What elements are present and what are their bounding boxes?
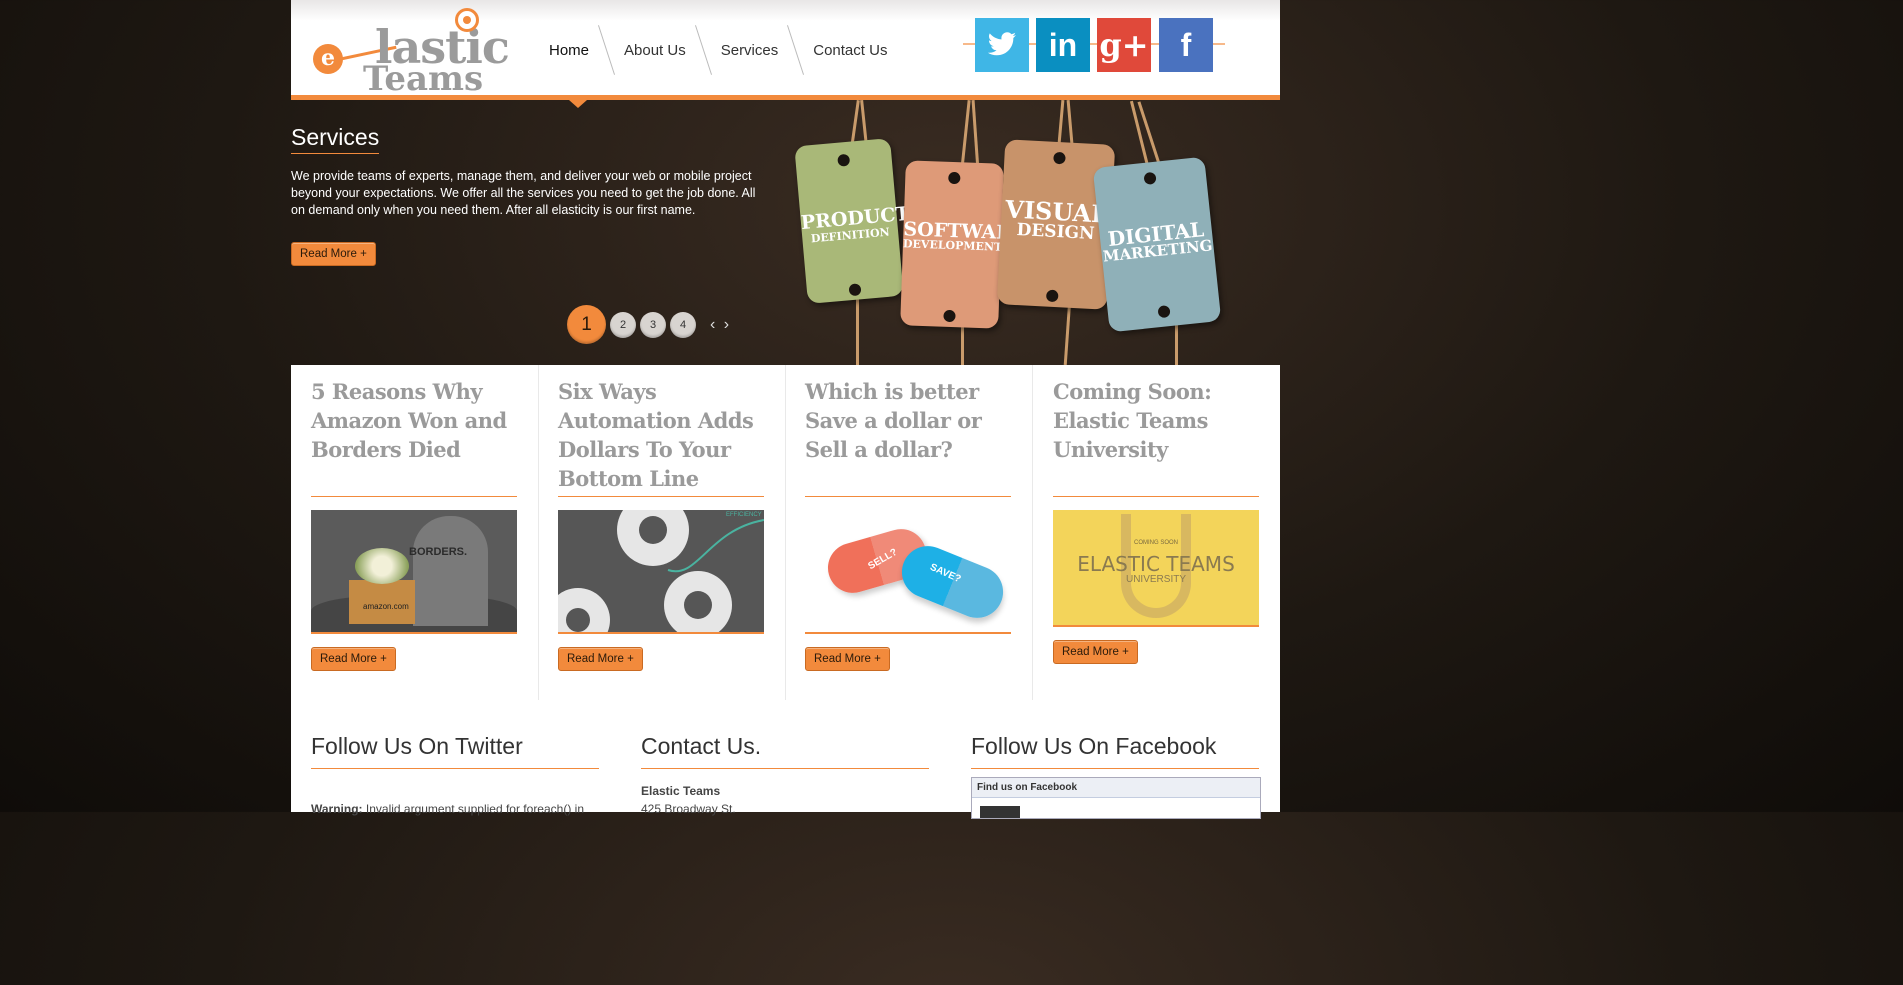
post-card: Coming Soon: Elastic Teams University CO… [1033,365,1280,700]
contact-address: 425 Broadway St. [641,802,736,816]
service-tags-image: PRODUCT DEFINITION SOFTWARE DEVELOPMENT … [794,99,1231,366]
contact-widget-title: Contact Us. [641,733,762,759]
twitter-icon[interactable] [975,18,1029,72]
facebook-icon[interactable]: f [1159,18,1213,72]
image-text-borders: BORDERS. [409,546,468,558]
tag-hole [948,171,961,185]
post-image-amazon-borders[interactable]: BORDERS. amazon.com [311,510,517,634]
post-card: 5 Reasons Why Amazon Won and Borders Die… [291,365,539,700]
content-area: 5 Reasons Why Amazon Won and Borders Die… [291,365,1280,819]
nav-divider [598,25,616,75]
read-more-button[interactable]: Read More + [1053,640,1138,664]
hero-read-more-button[interactable]: Read More + [291,242,376,266]
warning-label: Warning: [311,802,363,816]
post-divider [558,496,764,497]
image-text-elastic-teams: ELASTIC TEAMS [1077,552,1235,576]
logo-text-line2: Teams [363,59,484,99]
tag-string [971,99,980,171]
image-text-university: UNIVERSITY [1125,574,1186,585]
read-more-button[interactable]: Read More + [558,647,643,671]
slide-dot-3[interactable]: 3 [640,311,666,338]
tag-hole [848,283,862,297]
gears-graphic [558,510,764,632]
slide-dot-1[interactable]: 1 [567,305,606,344]
tag-hole [1053,151,1066,165]
slide-dot-4[interactable]: 4 [670,311,696,338]
tag-software-development: SOFTWARE DEVELOPMENT [900,160,1027,329]
post-title[interactable]: Six Ways Automation Adds Dollars To Your… [558,377,773,493]
hero-title: Services [291,124,380,154]
site-header: e lastic Teams Home About Us Services Co… [291,0,1280,100]
google-plus-icon[interactable]: g+ [1097,18,1151,72]
slider-pager: 1 2 3 4 ‹ › [567,305,731,344]
twitter-widget-title: Follow Us On Twitter [311,733,523,759]
facebook-avatar [980,806,1020,818]
tag-string [856,290,859,365]
logo[interactable]: e lastic Teams [313,8,510,99]
nav-divider [787,25,805,75]
image-text-efficiency: EFFICIENCY [726,512,762,518]
image-text-amazon: amazon.com [363,602,409,611]
twitter-warning: Warning: Invalid argument supplied for f… [311,802,599,816]
facebook-box-header: Find us on Facebook [972,778,1260,798]
flowers [355,548,409,584]
post-title[interactable]: 5 Reasons Why Amazon Won and Borders Die… [311,377,526,464]
tag-line2: DESIGN [1016,219,1096,245]
tag-digital-marketing: DIGITAL MARKETING [1092,156,1222,333]
tag-hole [1045,289,1059,303]
post-card: Which is better Save a dollar or Sell a … [785,365,1033,700]
tag-product-definition: PRODUCT DEFINITION [794,138,910,304]
widget-divider [641,768,929,769]
post-title[interactable]: Which is better Save a dollar or Sell a … [805,377,1020,464]
post-divider [1053,496,1259,497]
widget-divider [311,768,599,769]
tag-line2: DEVELOPMENT [902,237,1003,254]
widget-divider [971,768,1259,769]
post-image-pills[interactable]: SELL? SAVE? [805,510,1011,634]
post-divider [805,496,1011,497]
nav-contact-us[interactable]: Contact Us [805,42,895,59]
post-image-automation[interactable]: EFFICIENCY [558,510,764,634]
tag-hole [837,153,851,167]
image-text-coming-soon: COMING SOON [1133,540,1178,546]
post-title[interactable]: Coming Soon: Elastic Teams University [1053,377,1268,464]
warning-text: Invalid argument supplied for foreach() … [362,802,584,816]
slide-dot-2[interactable]: 2 [610,311,636,338]
nav-divider [694,25,712,75]
facebook-like-box[interactable]: Find us on Facebook [971,777,1261,819]
post-image-university[interactable]: COMING SOON ELASTIC TEAMS UNIVERSITY [1053,510,1259,627]
read-more-button[interactable]: Read More + [805,647,890,671]
post-divider [311,496,517,497]
tag-hole [1143,171,1157,185]
twitter-widget: Follow Us On Twitter Warning: Invalid ar… [311,733,599,816]
linkedin-icon[interactable]: in [1036,18,1090,72]
contact-name: Elastic Teams [641,784,721,798]
hero-text: We provide teams of experts, manage them… [291,169,756,217]
facebook-widget-title: Follow Us On Facebook [971,733,1217,759]
logo-e: e [313,44,343,74]
facebook-widget: Follow Us On Facebook [971,733,1259,769]
tag-string [1063,299,1072,366]
main-nav: Home About Us Services Contact Us [541,25,895,75]
tombstone [413,516,488,626]
target-icon [455,8,479,32]
nav-about-us[interactable]: About Us [616,42,694,59]
page-wrapper: e lastic Teams Home About Us Services Co… [291,0,1280,819]
contact-widget: Contact Us. Elastic Teams 425 Broadway S… [641,733,929,816]
hero-slider: Services We provide teams of experts, ma… [291,99,1280,366]
tag-hole [1157,305,1171,319]
slider-arrows[interactable]: ‹ › [710,316,731,334]
social-links: in g+ f [963,18,1225,72]
tag-string [960,100,971,170]
post-card: Six Ways Automation Adds Dollars To Your… [538,365,786,700]
nav-services[interactable]: Services [713,42,787,59]
read-more-button[interactable]: Read More + [311,647,396,671]
nav-home[interactable]: Home [541,42,597,59]
tag-visual-design: VISUAL DESIGN [996,139,1116,310]
tag-hole [943,309,956,323]
